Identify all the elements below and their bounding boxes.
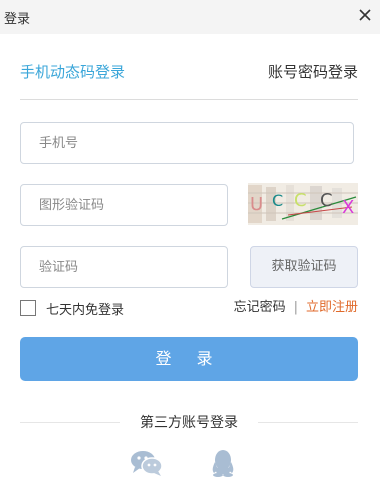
captcha-field [20,184,228,226]
captcha-char: X [342,197,354,218]
captcha-input[interactable] [21,185,227,225]
window-title: 登录 [4,12,31,27]
tab-account-password-login[interactable]: 账号密码登录 [268,62,358,82]
login-tabs: 手机动态码登录 账号密码登录 [20,62,358,100]
third-party-divider: 第三方账号登录 [20,412,358,432]
remember-checkbox[interactable] [20,300,36,316]
divider-line-right [258,422,358,423]
login-button[interactable]: 登 录 [20,337,358,381]
get-code-button[interactable]: 获取验证码 [250,246,358,288]
captcha-char: C [294,190,307,211]
remember-label: 七天内免登录 [46,302,125,318]
code-field [20,246,228,288]
tab-phone-code-login[interactable]: 手机动态码登录 [20,62,125,82]
remember-option[interactable]: 七天内免登录 [20,299,125,318]
captcha-char: C [320,190,333,211]
close-icon[interactable] [356,6,374,24]
phone-field [20,122,354,164]
captcha-image[interactable]: U C C C X [248,183,358,225]
title-bar: 登录 [0,0,380,34]
captcha-char: U [250,194,263,215]
link-separator: | [293,300,298,315]
qq-icon[interactable] [205,448,241,478]
account-links: 忘记密码 | 立即注册 [234,299,358,317]
wechat-icon[interactable] [129,448,165,478]
register-link[interactable]: 立即注册 [306,299,358,317]
forgot-password-link[interactable]: 忘记密码 [234,299,286,317]
code-input[interactable] [21,247,227,287]
captcha-char: C [272,191,283,210]
phone-input[interactable] [21,123,353,163]
